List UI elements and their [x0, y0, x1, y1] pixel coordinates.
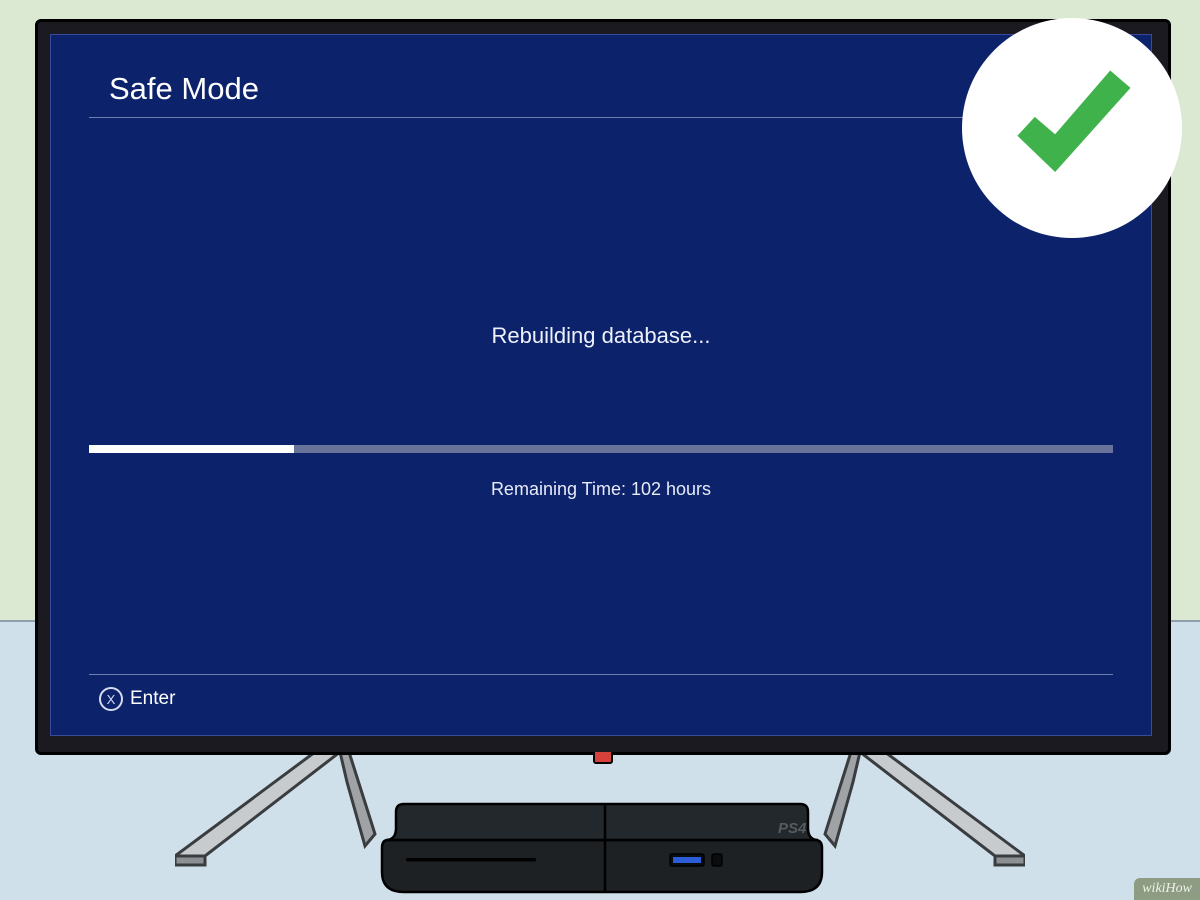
- game-console: PS4: [380, 800, 825, 897]
- divider: [89, 674, 1113, 675]
- checkmark-icon: [1000, 56, 1145, 201]
- progress-fill: [89, 445, 294, 453]
- console-brand-label: PS4: [778, 820, 807, 837]
- enter-action[interactable]: X Enter: [99, 687, 175, 711]
- status-text: Rebuilding database...: [51, 323, 1151, 349]
- x-button-icon: X: [99, 687, 123, 711]
- watermark: wikiHow: [1134, 878, 1200, 900]
- enter-label: Enter: [130, 688, 175, 710]
- progress-bar: [89, 445, 1113, 453]
- tv-stand-leg: [815, 752, 1025, 867]
- page-title: Safe Mode: [109, 71, 259, 107]
- divider: [89, 117, 1113, 118]
- success-badge: [962, 18, 1182, 238]
- tv-stand-leg: [175, 752, 385, 867]
- tv-ir-sensor: [593, 752, 613, 764]
- remaining-time: Remaining Time: 102 hours: [51, 479, 1151, 500]
